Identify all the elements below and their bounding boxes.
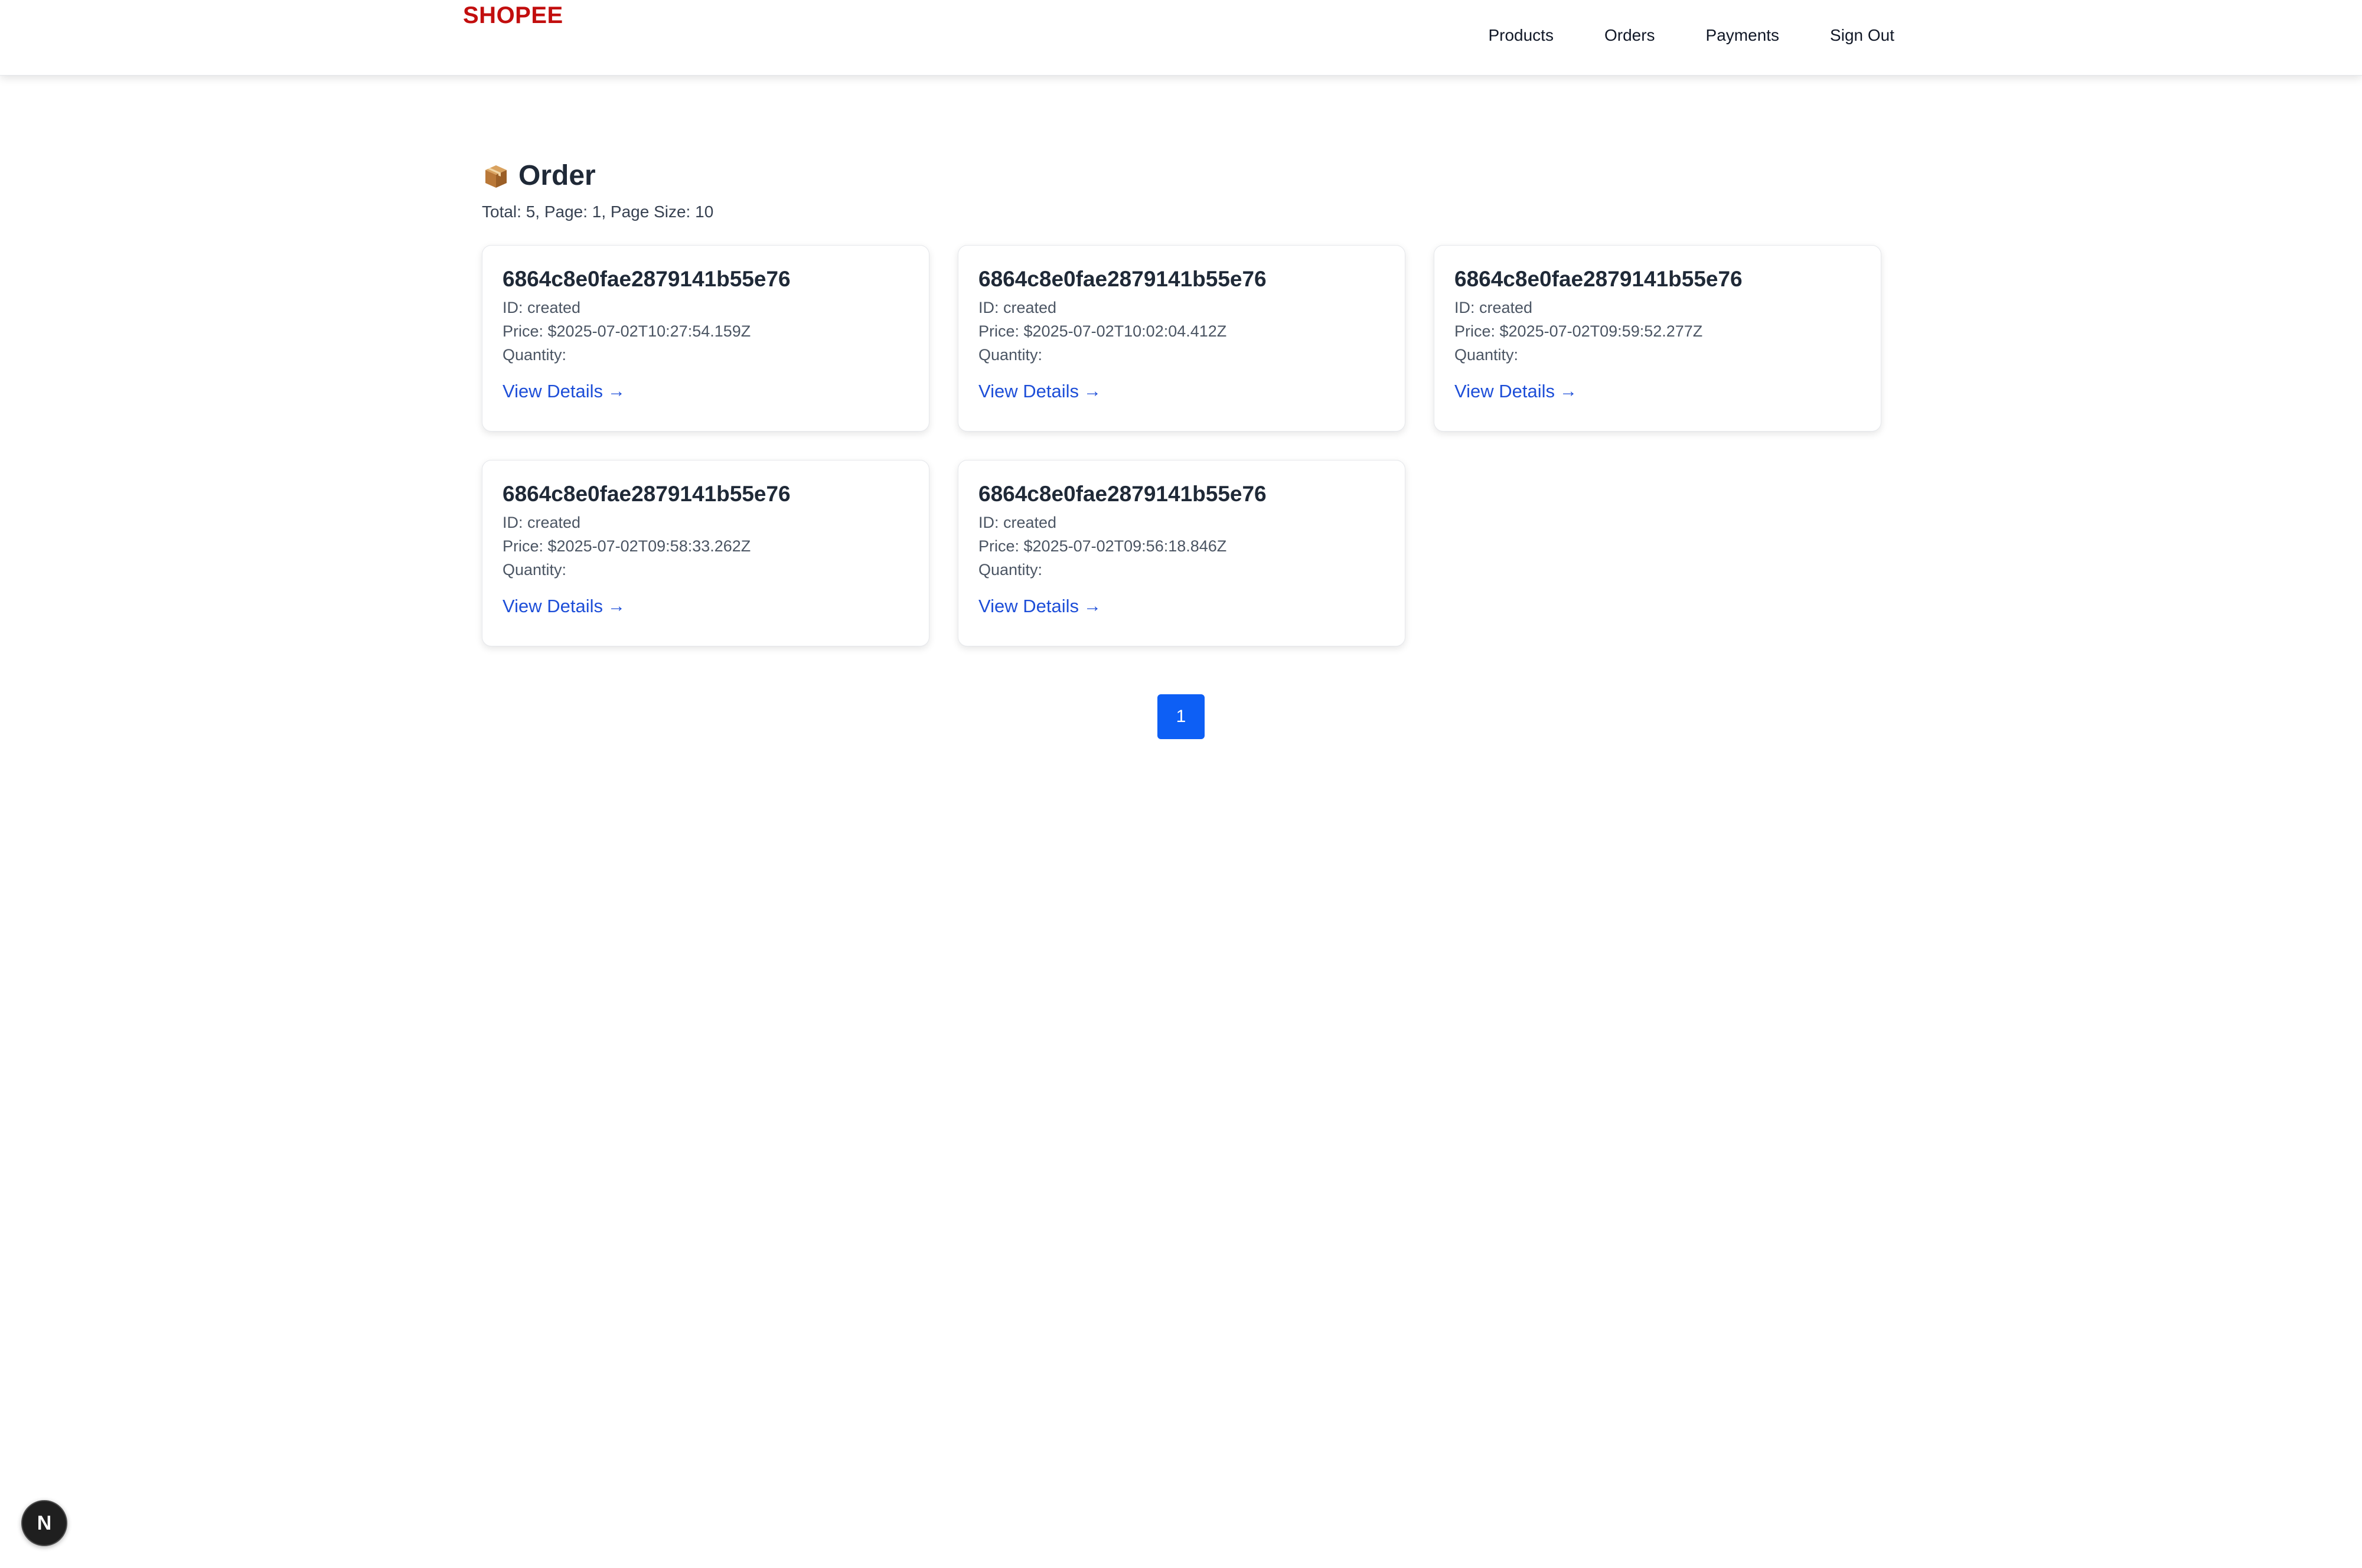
order-id-line: ID: created <box>503 298 581 316</box>
order-card: 6864c8e0fae2879141b55e76 ID: created Pri… <box>1434 245 1881 432</box>
order-card-title: 6864c8e0fae2879141b55e76 <box>978 482 1267 506</box>
arrow-right-icon: → <box>608 381 626 401</box>
orders-page: Order Total: 5, Page: 1, Page Size: 10 6… <box>482 159 1881 646</box>
order-quantity-line: Quantity: <box>503 345 567 364</box>
view-details-label: View Details <box>1454 380 1555 401</box>
order-card: 6864c8e0fae2879141b55e76 ID: created Pri… <box>958 460 1405 646</box>
order-card-title: 6864c8e0fae2879141b55e76 <box>503 482 791 506</box>
main-nav: Products Orders Payments Sign Out <box>1488 26 1894 45</box>
arrow-right-icon: → <box>1084 381 1102 401</box>
arrow-right-icon: → <box>608 596 626 616</box>
page-1-button[interactable]: 1 <box>1157 694 1205 739</box>
order-card-grid: 6864c8e0fae2879141b55e76 ID: created Pri… <box>482 245 1881 646</box>
brand-logo[interactable]: SHOPEE <box>463 2 563 29</box>
nav-orders-link[interactable]: Orders <box>1604 26 1655 45</box>
nav-products-link[interactable]: Products <box>1488 26 1554 45</box>
view-details-link[interactable]: View Details → <box>1454 381 1577 402</box>
nextjs-dev-badge-icon[interactable]: N <box>21 1500 67 1546</box>
view-details-label: View Details <box>503 595 603 616</box>
arrow-right-icon: → <box>1560 381 1578 401</box>
order-quantity-line: Quantity: <box>503 560 567 579</box>
nav-sign-out-link[interactable]: Sign Out <box>1830 26 1894 45</box>
order-id-line: ID: created <box>978 513 1057 531</box>
top-navigation-bar: SHOPEE Products Orders Payments Sign Out <box>0 0 2362 76</box>
order-quantity-line: Quantity: <box>978 560 1043 579</box>
page-title-text: Order <box>518 160 596 191</box>
order-id-line: ID: created <box>1454 298 1533 316</box>
order-price-line: Price: $2025-07-02T09:59:52.277Z <box>1454 322 1703 340</box>
pagination: 1 <box>1157 694 1205 739</box>
order-card: 6864c8e0fae2879141b55e76 ID: created Pri… <box>482 460 929 646</box>
order-quantity-line: Quantity: <box>1454 345 1519 364</box>
order-card-title: 6864c8e0fae2879141b55e76 <box>1454 267 1743 291</box>
order-price-line: Price: $2025-07-02T10:02:04.412Z <box>978 322 1227 340</box>
order-id-line: ID: created <box>978 298 1057 316</box>
order-summary: Total: 5, Page: 1, Page Size: 10 <box>482 202 714 221</box>
arrow-right-icon: → <box>1084 596 1102 616</box>
view-details-label: View Details <box>978 380 1079 401</box>
view-details-link[interactable]: View Details → <box>978 381 1101 402</box>
order-price-line: Price: $2025-07-02T10:27:54.159Z <box>503 322 751 340</box>
view-details-label: View Details <box>978 595 1079 616</box>
nav-payments-link[interactable]: Payments <box>1706 26 1780 45</box>
order-price-line: Price: $2025-07-02T09:56:18.846Z <box>978 537 1227 555</box>
view-details-link[interactable]: View Details → <box>978 596 1101 617</box>
order-card: 6864c8e0fae2879141b55e76 ID: created Pri… <box>958 245 1405 432</box>
order-id-line: ID: created <box>503 513 581 531</box>
order-quantity-line: Quantity: <box>978 345 1043 364</box>
package-icon <box>482 162 510 190</box>
order-price-line: Price: $2025-07-02T09:58:33.262Z <box>503 537 751 555</box>
view-details-link[interactable]: View Details → <box>503 596 625 617</box>
order-card: 6864c8e0fae2879141b55e76 ID: created Pri… <box>482 245 929 432</box>
order-card-title: 6864c8e0fae2879141b55e76 <box>978 267 1267 291</box>
view-details-label: View Details <box>503 380 603 401</box>
order-card-title: 6864c8e0fae2879141b55e76 <box>503 267 791 291</box>
view-details-link[interactable]: View Details → <box>503 381 625 402</box>
page-title: Order <box>482 159 1881 192</box>
